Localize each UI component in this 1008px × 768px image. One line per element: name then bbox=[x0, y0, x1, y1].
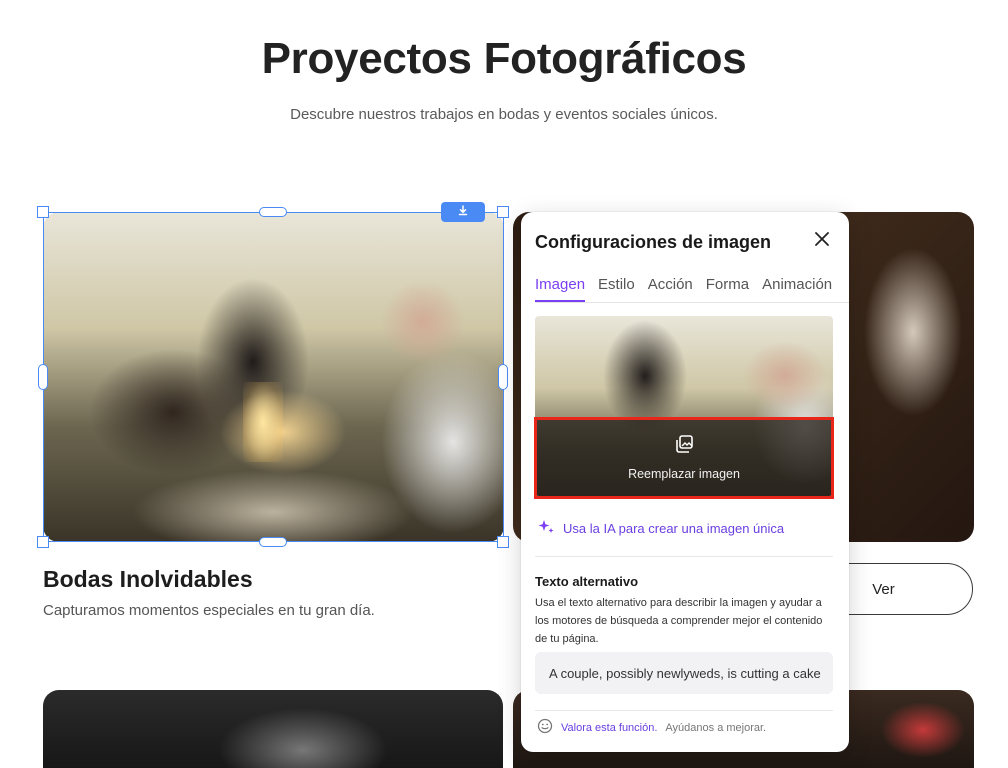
tab-forma[interactable]: Forma bbox=[706, 276, 749, 302]
tabs-divider bbox=[535, 302, 849, 303]
resize-handle-top-left[interactable] bbox=[37, 206, 49, 218]
card-title: Bodas Inolvidables bbox=[43, 566, 253, 592]
tab-estilo[interactable]: Estilo bbox=[598, 276, 635, 302]
smile-icon bbox=[537, 718, 553, 737]
alt-text-description: Usa el texto alternativo para describir … bbox=[535, 597, 823, 645]
resize-handle-top-right[interactable] bbox=[497, 206, 509, 218]
rate-feature-link[interactable]: Valora esta función. bbox=[561, 722, 657, 734]
resize-handle-right[interactable] bbox=[498, 364, 508, 390]
ai-link-label: Usa la IA para crear una imagen única bbox=[563, 521, 785, 536]
close-icon bbox=[815, 231, 829, 251]
tab-imagen[interactable]: Imagen bbox=[535, 276, 586, 302]
page-subtitle: Descubre nuestros trabajos en bodas y ev… bbox=[290, 106, 718, 123]
project-photo[interactable] bbox=[43, 690, 503, 768]
image-settings-panel: Configuraciones de imagen Imagen Estilo … bbox=[521, 212, 849, 752]
resize-handle-bottom[interactable] bbox=[259, 537, 287, 547]
alt-text-input[interactable]: A couple, possibly newlyweds, is cutting… bbox=[535, 652, 833, 694]
page-title: Proyectos Fotográficos bbox=[261, 34, 747, 83]
tab-accion[interactable]: Acción bbox=[648, 276, 693, 302]
divider bbox=[535, 556, 833, 557]
download-button[interactable] bbox=[441, 202, 485, 222]
selection-frame bbox=[43, 212, 504, 542]
resize-handle-bottom-left[interactable] bbox=[37, 536, 49, 548]
sparkle-icon bbox=[537, 518, 555, 539]
divider bbox=[535, 710, 833, 711]
resize-handle-bottom-right[interactable] bbox=[497, 536, 509, 548]
alt-text-title: Texto alternativo bbox=[535, 574, 639, 589]
resize-handle-top[interactable] bbox=[259, 207, 287, 217]
resize-handle-left[interactable] bbox=[38, 364, 48, 390]
feedback-help-text: Ayúdanos a mejorar. bbox=[665, 721, 767, 734]
feedback-row: Valora esta función. Ayúdanos a mejorar. bbox=[537, 718, 766, 737]
close-button[interactable] bbox=[811, 230, 833, 252]
card-description: Capturamos momentos especiales en tu gra… bbox=[43, 602, 375, 619]
download-icon bbox=[458, 203, 468, 221]
settings-tabs: Imagen Estilo Acción Forma Animación bbox=[535, 276, 845, 302]
panel-title: Configuraciones de imagen bbox=[535, 232, 772, 252]
tab-animacion[interactable]: Animación bbox=[762, 276, 832, 302]
ai-generate-link[interactable]: Usa la IA para crear una imagen única bbox=[537, 518, 784, 539]
highlight-box bbox=[534, 417, 834, 499]
